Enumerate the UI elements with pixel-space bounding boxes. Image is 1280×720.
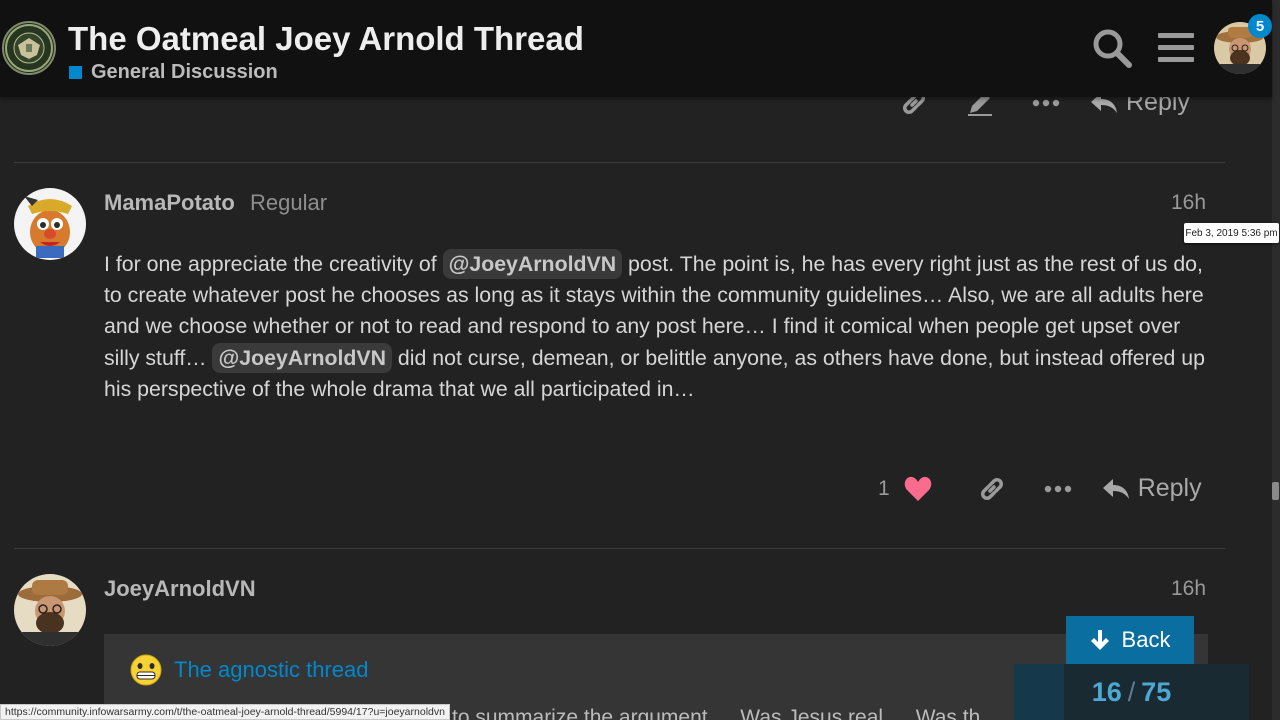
user-mention[interactable]: @JoeyArnoldVN	[212, 342, 392, 373]
category-color-square	[69, 66, 82, 79]
link-icon[interactable]	[972, 475, 1012, 503]
like-count-button[interactable]: 1	[878, 476, 932, 502]
like-count: 1	[878, 476, 890, 500]
post-username[interactable]: JoeyArnoldVN	[104, 576, 256, 602]
site-logo[interactable]	[2, 21, 56, 75]
user-title: Regular	[250, 190, 328, 215]
more-icon[interactable]	[1026, 99, 1066, 107]
site-header: The Oatmeal Joey Arnold Thread General D…	[0, 0, 1272, 97]
post-text: I for one appreciate the creativity of	[104, 252, 443, 276]
notification-badge[interactable]: 5	[1248, 14, 1272, 38]
total-post-count: 75	[1141, 676, 1172, 707]
category-badge[interactable]: General Discussion	[69, 61, 278, 84]
heart-icon	[904, 476, 931, 501]
reply-label: Reply	[1137, 474, 1202, 502]
post-body: I for one appreciate the creativity of @…	[104, 249, 1214, 405]
category-label: General Discussion	[91, 61, 278, 83]
topic-title[interactable]: The Oatmeal Joey Arnold Thread	[68, 20, 584, 58]
user-mention[interactable]: @JoeyArnoldVN	[442, 249, 623, 279]
hamburger-menu-icon[interactable]	[1154, 26, 1198, 70]
topic-progress[interactable]: 16/75	[1014, 664, 1249, 720]
reply-icon	[1102, 478, 1129, 499]
scrollbar-thumb[interactable]	[1272, 482, 1279, 500]
post-date[interactable]: 16h	[1171, 577, 1206, 601]
post-divider	[14, 162, 1225, 163]
back-button[interactable]: Back	[1066, 616, 1194, 664]
post-date[interactable]: 16h	[1171, 191, 1206, 215]
post-text: to summarize the argument … Was Jesus re…	[452, 706, 981, 720]
progress-separator: /	[1127, 676, 1136, 707]
post-controls: 1 Reply	[878, 474, 1202, 503]
quoted-topic-link[interactable]: The agnostic thread	[174, 657, 368, 683]
search-icon[interactable]	[1090, 26, 1134, 70]
arrow-down-icon	[1090, 630, 1109, 650]
post-divider	[14, 548, 1225, 549]
current-post-number: 16	[1091, 676, 1122, 707]
progress-label: 16/75	[1014, 664, 1249, 720]
reply-button[interactable]: Reply	[1102, 474, 1202, 503]
back-label: Back	[1121, 627, 1171, 652]
more-icon[interactable]	[1038, 485, 1078, 493]
page-scrollbar[interactable]	[1272, 0, 1280, 720]
post-avatar-mamapotato[interactable]	[14, 188, 86, 260]
link-status-bar: https://community.infowarsarmy.com/t/the…	[0, 704, 450, 720]
grimace-emoji-icon	[130, 654, 162, 691]
post-avatar-joeyarnoldvn[interactable]	[14, 574, 86, 646]
date-tooltip: Feb 3, 2019 5:36 pm	[1184, 223, 1279, 243]
post-username[interactable]: MamaPotato	[104, 190, 235, 216]
